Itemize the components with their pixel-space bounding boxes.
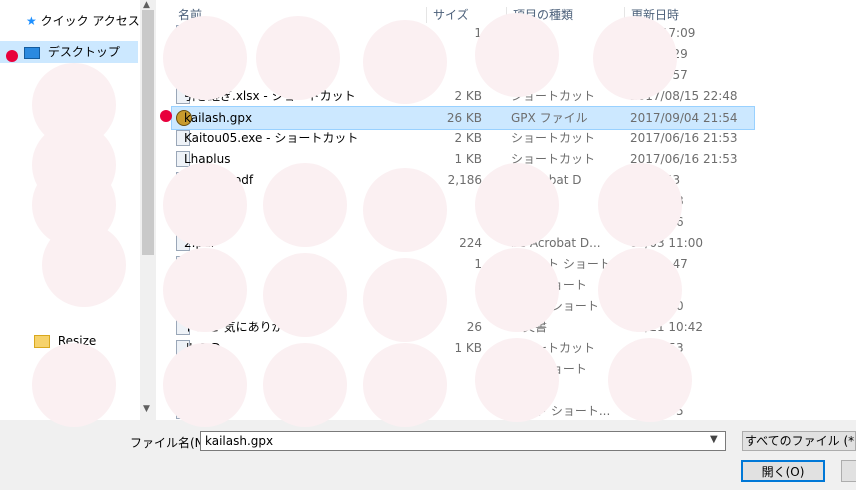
file-size: 1 KB <box>454 152 482 166</box>
marker-dot <box>6 50 18 62</box>
nav-scrollbar[interactable]: ▲ ▼ <box>140 0 156 420</box>
redaction-blob <box>363 258 447 342</box>
redaction-blob <box>363 168 447 252</box>
star-icon: ★ <box>26 14 37 28</box>
nav-scroll-thumb[interactable] <box>142 10 154 255</box>
nav-quick-access-label: クイック アクセス <box>40 14 140 28</box>
redaction-blob <box>593 16 677 100</box>
redaction-blob <box>608 338 692 422</box>
redaction-blob <box>163 343 247 427</box>
redaction-blob <box>256 16 340 100</box>
redaction-blob <box>163 16 247 100</box>
folder-icon <box>34 335 50 348</box>
redaction-blob <box>363 343 447 427</box>
nav-desktop[interactable]: デスクトップ <box>0 41 138 63</box>
file-name: kailash.gpx <box>184 111 253 125</box>
cancel-button[interactable] <box>841 460 856 482</box>
redaction-blob <box>263 163 347 247</box>
redaction-blob <box>163 248 247 332</box>
file-size: 26 KB <box>446 111 482 125</box>
redaction-blob <box>598 248 682 332</box>
redaction-blob <box>163 163 247 247</box>
marker-dot <box>160 110 172 122</box>
scroll-down-icon[interactable]: ▼ <box>143 404 150 414</box>
filetype-select[interactable]: すべてのファイル (*.*) <box>742 431 856 451</box>
desktop-icon <box>24 46 40 59</box>
filename-input[interactable] <box>200 431 726 451</box>
file-type: GPX ファイル <box>511 111 588 125</box>
nav-desktop-label: デスクトップ <box>47 45 120 59</box>
open-button[interactable]: 開く(O) <box>741 460 825 482</box>
redaction-blob <box>475 163 559 247</box>
file-date: 2017/09/04 21:54 <box>630 111 738 125</box>
file-date: 2017/06/16 21:53 <box>630 131 738 145</box>
file-size: 2 KB <box>454 131 482 145</box>
chevron-down-icon[interactable]: ▼ <box>710 434 718 445</box>
filetype-label: すべてのファイル (*.*) <box>745 434 855 448</box>
redaction-blob <box>598 163 682 247</box>
redaction-blob <box>475 338 559 422</box>
redaction-blob <box>475 248 559 332</box>
redaction-blob <box>42 223 126 307</box>
table-row[interactable]: Kaitou05.exe - ショートカット 2 KB ショートカット 2017/06… <box>172 127 754 149</box>
file-name: Kaitou05.exe - ショートカット <box>184 131 359 145</box>
file-type: ショートカット <box>511 131 596 145</box>
redaction-blob <box>363 20 447 104</box>
dialog-footer: ファイル名(N): ▼ すべてのファイル (*.*) 開く(O) <box>0 420 856 490</box>
table-row[interactable]: 引き継ぎ.xlsx - ショートカット 2 KB ショートカット 2017/08/15… <box>172 85 754 107</box>
redaction-blob <box>32 343 116 427</box>
nav-quick-access[interactable]: ★ クイック アクセス <box>26 10 140 32</box>
column-size[interactable]: サイズ <box>426 7 469 23</box>
redaction-blob <box>263 253 347 337</box>
redaction-blob <box>475 13 559 97</box>
scroll-up-icon[interactable]: ▲ <box>143 0 150 10</box>
table-row[interactable]: Lhaplus 1 KB ショートカット 2017/06/16 21:53 <box>172 148 754 170</box>
redaction-blob <box>263 343 347 427</box>
